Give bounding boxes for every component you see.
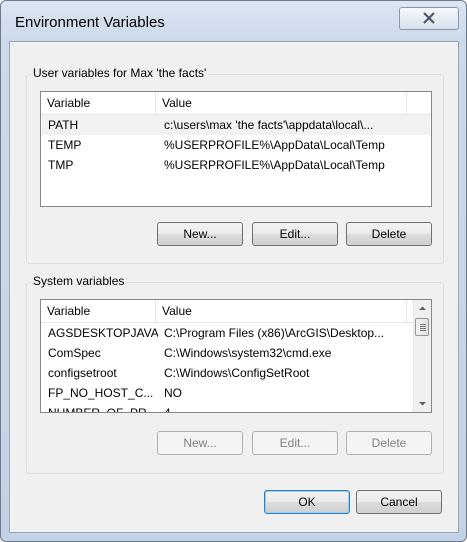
variable-value: C:\Windows\system32\cmd.exe <box>164 346 332 360</box>
user-variables-label: User variables for Max 'the facts' <box>31 66 209 80</box>
column-header-value[interactable]: Value <box>156 300 406 322</box>
variable-value: %USERPROFILE%\AppData\Local\Temp <box>164 158 385 172</box>
column-divider[interactable] <box>406 92 407 114</box>
chevron-down-icon <box>419 402 426 406</box>
variable-value: C:\Program Files (x86)\ArcGIS\Desktop... <box>164 326 385 340</box>
cancel-button[interactable]: Cancel <box>356 490 442 514</box>
variable-name: PATH <box>48 118 79 132</box>
column-header-variable[interactable]: Variable <box>41 92 155 114</box>
user-edit-button[interactable]: Edit... <box>252 222 338 246</box>
user-delete-button[interactable]: Delete <box>346 222 432 246</box>
environment-variables-dialog: Environment Variables User variables for… <box>0 0 467 542</box>
system-variables-list[interactable]: Variable Value AGSDESKTOPJAVA C:\Program… <box>40 299 432 413</box>
variable-name: FP_NO_HOST_C... <box>48 386 154 400</box>
list-item[interactable]: ComSpec C:\Windows\system32\cmd.exe <box>42 343 414 363</box>
system-new-button[interactable]: New... <box>157 431 243 455</box>
system-delete-button[interactable]: Delete <box>346 431 432 455</box>
list-item[interactable]: NUMBER_OF_PR... 4 <box>42 403 414 413</box>
close-button[interactable] <box>399 7 459 30</box>
list-item[interactable]: PATH c:\users\max 'the facts'\appdata\lo… <box>42 115 430 135</box>
variable-name: ComSpec <box>48 346 101 360</box>
list-header: Variable Value <box>41 92 431 115</box>
variable-name: AGSDESKTOPJAVA <box>48 326 158 340</box>
scroll-thumb[interactable] <box>415 318 429 336</box>
user-variables-list[interactable]: Variable Value PATH c:\users\max 'the fa… <box>40 91 432 207</box>
list-item[interactable]: AGSDESKTOPJAVA C:\Program Files (x86)\Ar… <box>42 323 414 343</box>
vertical-scrollbar[interactable] <box>413 300 431 412</box>
variable-value: 4 <box>164 406 171 413</box>
system-variables-group: System variables Variable Value AGSDESKT… <box>26 274 444 474</box>
ok-button[interactable]: OK <box>264 490 350 514</box>
chevron-up-icon <box>419 306 426 310</box>
list-item[interactable]: configsetroot C:\Windows\ConfigSetRoot <box>42 363 414 383</box>
system-edit-button[interactable]: Edit... <box>252 431 338 455</box>
variable-name: NUMBER_OF_PR... <box>48 406 157 413</box>
user-new-button[interactable]: New... <box>157 222 243 246</box>
variable-value: C:\Windows\ConfigSetRoot <box>164 366 310 380</box>
list-header: Variable Value <box>41 300 413 323</box>
scroll-up-button[interactable] <box>414 300 431 317</box>
variable-value: NO <box>164 386 182 400</box>
window-title: Environment Variables <box>15 14 165 31</box>
column-header-variable[interactable]: Variable <box>41 300 155 322</box>
dialog-body: User variables for Max 'the facts' Varia… <box>9 41 459 533</box>
list-item[interactable]: TEMP %USERPROFILE%\AppData\Local\Temp <box>42 135 430 155</box>
variable-name: TEMP <box>48 138 82 152</box>
variable-value: c:\users\max 'the facts'\appdata\local\.… <box>164 118 374 132</box>
list-item[interactable]: TMP %USERPROFILE%\AppData\Local\Temp <box>42 155 430 175</box>
list-item[interactable]: FP_NO_HOST_C... NO <box>42 383 414 403</box>
system-variables-label: System variables <box>31 274 127 288</box>
variable-name: configsetroot <box>48 366 117 380</box>
scroll-down-button[interactable] <box>414 395 431 412</box>
column-divider[interactable] <box>406 300 407 322</box>
title-bar[interactable]: Environment Variables <box>1 1 466 41</box>
user-variables-group: User variables for Max 'the facts' Varia… <box>26 66 444 264</box>
variable-value: %USERPROFILE%\AppData\Local\Temp <box>164 138 385 152</box>
column-header-value[interactable]: Value <box>156 92 406 114</box>
close-icon <box>423 12 435 24</box>
variable-name: TMP <box>48 158 74 172</box>
